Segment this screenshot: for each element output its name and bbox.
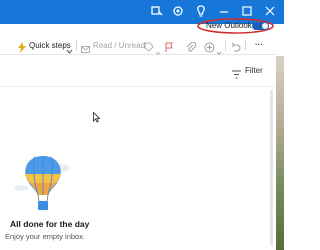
desktop-background: [276, 56, 284, 250]
new-outlook-toggle[interactable]: New Outlook: [197, 18, 274, 34]
message-list-pane: Filter All done for the day Enjoy your e…: [0, 56, 277, 250]
filter-button[interactable]: Filter: [245, 66, 263, 76]
divider: [225, 40, 226, 51]
gear-icon[interactable]: [170, 3, 186, 19]
minimize-icon[interactable]: [216, 3, 232, 19]
cursor-icon: [93, 110, 101, 128]
empty-state-title: All done for the day: [10, 219, 90, 229]
read-unread-button[interactable]: Read / Unread: [93, 41, 145, 51]
new-outlook-label: New Outlook: [206, 21, 252, 30]
more-options-button[interactable]: ···: [255, 40, 263, 50]
maximize-icon[interactable]: [239, 3, 255, 19]
command-toolbar: Quick steps Read / Unread ···: [0, 37, 276, 56]
divider: [245, 40, 246, 51]
toggle-switch[interactable]: [252, 22, 269, 30]
scrollbar[interactable]: [270, 90, 273, 245]
lightbulb-icon[interactable]: [193, 3, 209, 19]
divider: [76, 40, 77, 51]
empty-state-subtitle: Enjoy your empty inbox.: [5, 232, 86, 241]
pin-icon[interactable]: [148, 3, 164, 19]
hot-air-balloon-illustration: [14, 152, 75, 222]
filter-icon[interactable]: [232, 66, 241, 84]
quick-steps-button[interactable]: Quick steps: [29, 41, 71, 51]
close-icon[interactable]: [262, 3, 278, 19]
toggle-knob: [262, 23, 268, 29]
filter-bar: Filter: [0, 56, 276, 87]
